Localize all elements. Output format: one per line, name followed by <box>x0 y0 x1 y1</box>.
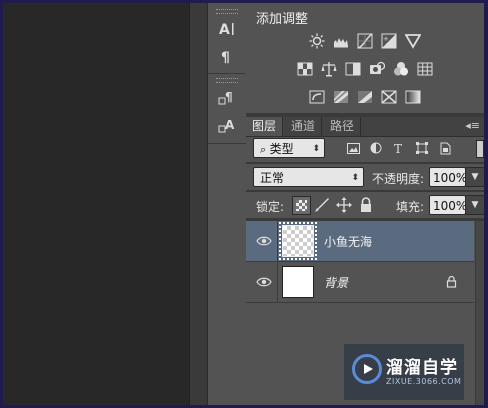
canvas-scroll-edge <box>189 3 208 405</box>
svg-text:+: + <box>383 35 389 43</box>
color-balance-icon[interactable] <box>320 60 338 78</box>
svg-text:A: A <box>225 118 235 132</box>
watermark-title: 溜溜自学 <box>386 358 458 378</box>
opacity-dropdown[interactable]: ▼ <box>465 167 484 187</box>
adjustments-row-2 <box>246 60 484 78</box>
layer-row-background[interactable]: 背景 <box>246 262 474 303</box>
tab-layers[interactable]: 图层 <box>246 117 284 136</box>
gradient-map-icon[interactable] <box>404 88 422 106</box>
adjustments-title: 添加调整 <box>256 12 309 27</box>
lock-pixels-icon[interactable] <box>314 197 330 216</box>
opacity-label: 不透明度: <box>372 172 425 186</box>
document-canvas[interactable] <box>3 3 189 405</box>
brightness-contrast-icon[interactable] <box>308 32 326 50</box>
character-styles-icon[interactable]: A <box>216 115 238 137</box>
svg-text:¶: ¶ <box>221 50 230 66</box>
filter-pixel-icon[interactable] <box>345 140 361 156</box>
svg-text:A: A <box>219 22 230 38</box>
panel-icon-strip: A ¶ ¶ A <box>207 3 247 405</box>
panel-menu-icon[interactable]: ◂≡ <box>465 119 480 132</box>
fill-value: 100% <box>433 199 468 213</box>
visibility-eye-icon[interactable] <box>256 234 272 248</box>
watermark-logo: 溜溜自学 ZIXUE.3066.COM <box>344 344 464 400</box>
opacity-input[interactable]: 100% <box>429 167 468 187</box>
layer-name[interactable]: 小鱼无海 <box>324 233 372 250</box>
levels-icon[interactable] <box>332 32 350 50</box>
hue-saturation-icon[interactable] <box>296 60 314 78</box>
blend-mode-value: 正常 <box>260 171 285 185</box>
filter-type-label: 类型 <box>269 142 294 156</box>
watermark-subtitle: ZIXUE.3066.COM <box>386 377 462 386</box>
color-lookup-icon[interactable] <box>416 60 434 78</box>
adjustments-row-3 <box>246 88 484 106</box>
photo-filter-icon[interactable] <box>368 60 386 78</box>
blend-mode-select[interactable]: 正常 ⬍ <box>253 167 364 187</box>
svg-text:T: T <box>394 142 402 154</box>
layer-row-selected[interactable]: 小鱼无海 <box>246 221 474 262</box>
layers-tab-bar: 图层 通道 路径 ◂≡ <box>246 117 484 137</box>
fill-input[interactable]: 100% <box>429 195 468 215</box>
filter-type-icon[interactable]: T <box>391 140 407 156</box>
layer-name[interactable]: 背景 <box>324 274 348 291</box>
updown-icon: ⬍ <box>351 173 359 183</box>
channel-mixer-icon[interactable] <box>392 60 410 78</box>
layer-thumbnail-transparent <box>279 222 317 260</box>
black-white-icon[interactable] <box>344 60 362 78</box>
updown-icon: ⬍ <box>312 144 320 154</box>
photoshop-window: A ¶ ¶ A 添加调整 + 图层 通道 路径 ◂≡ ⌕ 类型 ⬍ T 正常 ⬍… <box>3 3 484 405</box>
selective-color-icon[interactable] <box>380 88 398 106</box>
filter-smart-object-icon[interactable] <box>437 140 453 156</box>
filter-toggle[interactable] <box>476 140 484 158</box>
tab-channels[interactable]: 通道 <box>285 117 323 136</box>
vibrance-icon[interactable] <box>404 32 422 50</box>
invert-icon[interactable] <box>308 88 326 106</box>
filter-adjustment-icon[interactable] <box>368 140 384 156</box>
threshold-icon[interactable] <box>356 88 374 106</box>
filter-type-select[interactable]: ⌕ 类型 ⬍ <box>253 138 325 158</box>
search-icon: ⌕ <box>260 143 270 156</box>
filter-shape-icon[interactable] <box>414 140 430 156</box>
lock-all-icon[interactable] <box>359 197 373 216</box>
lock-label: 锁定: <box>256 200 285 214</box>
svg-text:¶: ¶ <box>225 90 233 104</box>
exposure-icon[interactable]: + <box>380 32 398 50</box>
tab-paths[interactable]: 路径 <box>324 117 362 136</box>
lock-transparent-icon[interactable] <box>292 196 311 215</box>
fill-label: 填充: <box>396 200 425 214</box>
play-logo-icon <box>352 354 382 384</box>
opacity-value: 100% <box>433 171 468 185</box>
layer-lock-icon <box>446 275 457 288</box>
posterize-icon[interactable] <box>332 88 350 106</box>
strip-grip[interactable] <box>216 9 238 14</box>
lock-position-icon[interactable] <box>336 197 352 216</box>
fill-dropdown[interactable]: ▼ <box>465 195 484 215</box>
visibility-eye-icon[interactable] <box>256 275 272 289</box>
strip-grip-2[interactable] <box>216 78 238 83</box>
layer-thumbnail-white <box>282 266 314 298</box>
paragraph-panel-icon[interactable]: ¶ <box>216 46 238 68</box>
curves-icon[interactable] <box>356 32 374 50</box>
adjustments-row-1: + <box>246 32 484 50</box>
character-panel-icon[interactable]: A <box>216 18 238 40</box>
layers-scrollbar[interactable] <box>475 221 484 405</box>
paragraph-styles-icon[interactable]: ¶ <box>216 87 238 109</box>
